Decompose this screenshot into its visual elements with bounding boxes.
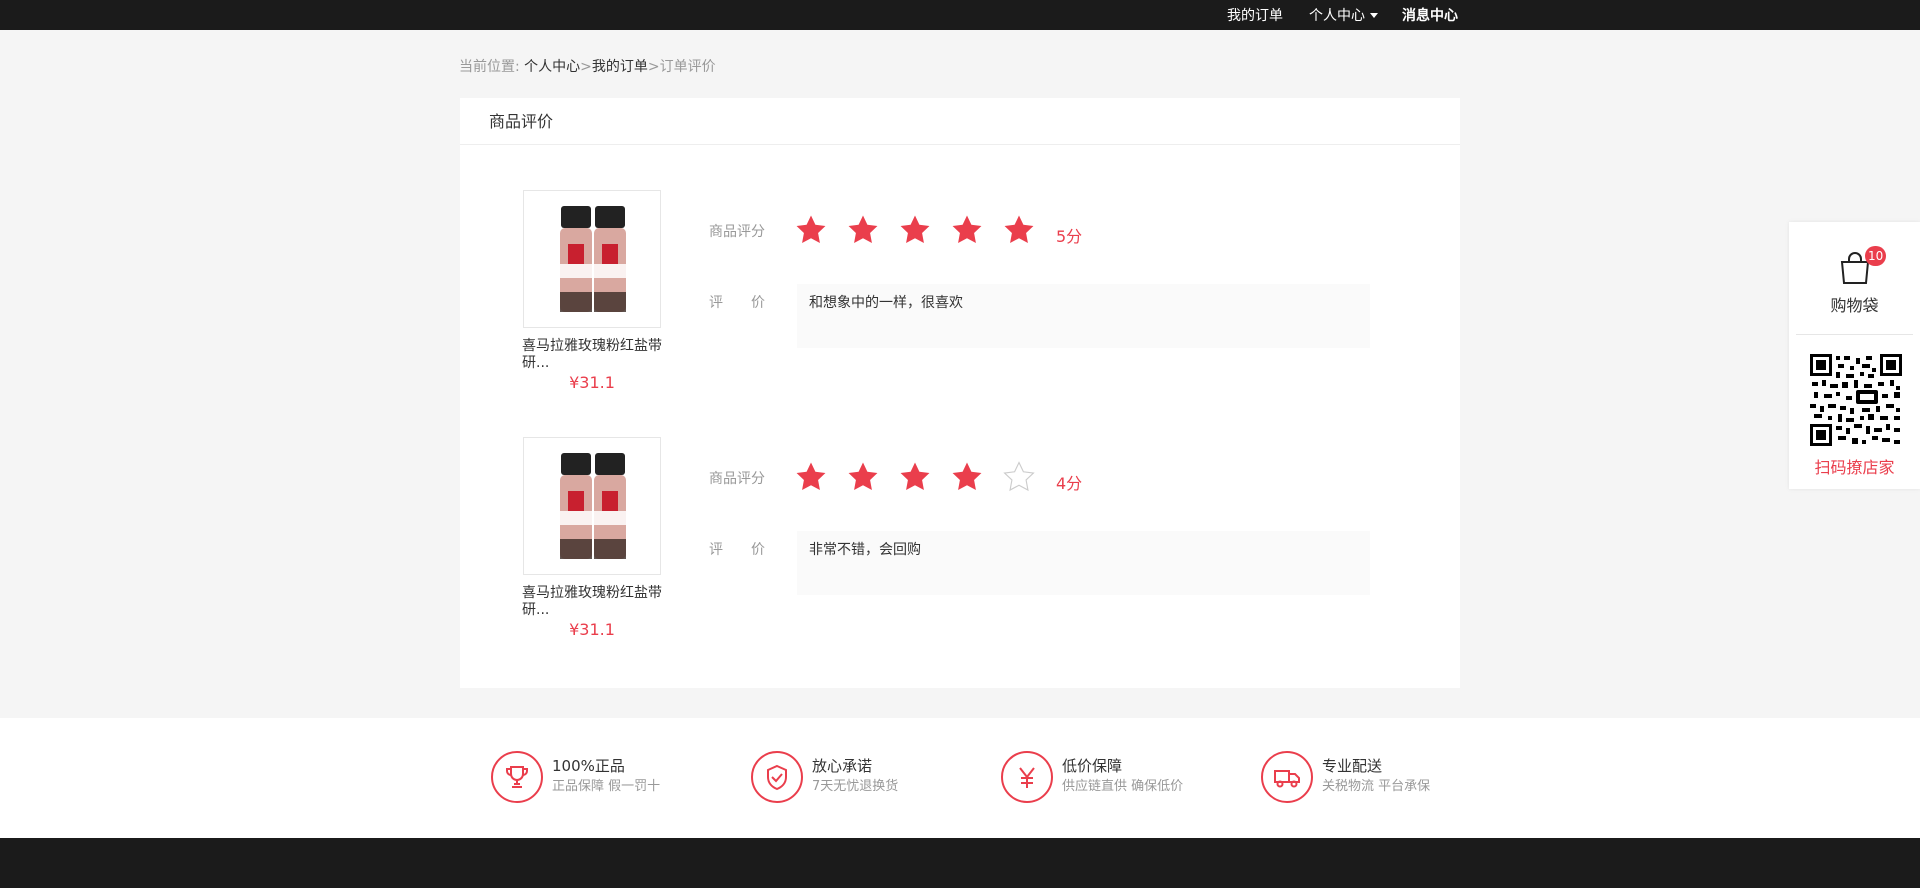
truck-icon	[1261, 751, 1313, 803]
star-filled-icon[interactable]	[898, 457, 950, 497]
product-name[interactable]: 喜马拉雅玫瑰粉红盐带研...	[522, 338, 667, 372]
feature-subtitle: 关税物流 平台承保	[1322, 779, 1431, 794]
nav-personal-center-label[interactable]: 个人中心	[1309, 5, 1365, 25]
salt-grinder-image	[560, 453, 626, 559]
nav-my-orders-label[interactable]: 我的订单	[1227, 5, 1283, 25]
trophy-icon	[491, 751, 543, 803]
product-price: ¥31.1	[569, 373, 615, 392]
star-filled-icon[interactable]	[950, 457, 1002, 497]
breadcrumb-prefix: 当前位置:	[459, 59, 520, 75]
service-features: 100%正品正品保障 假一罚十 放心承诺 7天无忧退换货 低价保障供应链直供 确保…	[0, 718, 1920, 838]
feature-subtitle: 供应链直供 确保低价	[1062, 779, 1184, 794]
star-filled-icon[interactable]	[794, 210, 846, 250]
top-bar: 我的订单 个人中心 消息中心	[0, 0, 1920, 30]
salt-grinder-image	[560, 206, 626, 312]
feature-item: 低价保障供应链直供 确保低价	[1001, 751, 1183, 803]
shopping-bag-button[interactable]: 10 购物袋	[1789, 244, 1920, 316]
cart-count-badge: 10	[1865, 246, 1887, 266]
comment-text: 非常不错，会回购	[797, 531, 1370, 595]
product-image[interactable]	[523, 437, 661, 575]
review-item: 喜马拉雅玫瑰粉红盐带研... ¥31.1 商品评分 4分 评 价 非常不错，会回…	[460, 437, 1460, 647]
breadcrumb-separator: >	[580, 59, 592, 75]
star-filled-icon[interactable]	[846, 457, 898, 497]
product-name[interactable]: 喜马拉雅玫瑰粉红盐带研...	[522, 585, 667, 619]
review-item: 喜马拉雅玫瑰粉红盐带研... ¥31.1 商品评分 5分 评 价 和想象中的一样…	[460, 190, 1460, 400]
breadcrumb-personal-center[interactable]: 个人中心	[524, 59, 580, 75]
breadcrumb-current: 订单评价	[659, 59, 716, 75]
caret-down-icon	[1370, 12, 1378, 18]
star-rating[interactable]	[794, 457, 1054, 497]
scan-qr-label: 扫码撩店家	[1814, 458, 1895, 477]
rating-label: 商品评分	[709, 471, 765, 487]
yen-icon	[1001, 751, 1053, 803]
breadcrumb-separator: >	[647, 59, 660, 75]
feature-title: 专业配送	[1322, 757, 1383, 775]
star-empty-icon[interactable]	[1002, 457, 1054, 497]
feature-title: 低价保障	[1062, 757, 1123, 775]
star-filled-icon[interactable]	[794, 457, 846, 497]
product-image[interactable]	[523, 190, 661, 328]
nav-message-center[interactable]: 消息中心	[1402, 0, 1458, 30]
rating-label: 商品评分	[709, 224, 765, 240]
divider	[1796, 334, 1913, 335]
score-text: 4分	[1056, 474, 1083, 493]
feature-subtitle: 7天无忧退换货	[812, 779, 899, 794]
breadcrumb: 当前位置: 个人中心>我的订单>订单评价	[459, 56, 716, 76]
review-card: 商品评价 喜马拉雅玫瑰粉红盐带研... ¥31.1 商品评分 5分 评 价 和想…	[460, 98, 1460, 688]
star-filled-icon[interactable]	[898, 210, 950, 250]
floating-sidebar: 10 购物袋 扫码撩店家	[1789, 222, 1920, 489]
feature-title: 100%正品	[552, 757, 625, 775]
star-rating[interactable]	[794, 210, 1054, 250]
card-title: 商品评价	[460, 98, 1460, 145]
score-text: 5分	[1056, 227, 1083, 246]
feature-subtitle: 正品保障 假一罚十	[552, 779, 661, 794]
feature-item: 放心承诺 7天无忧退换货	[751, 751, 898, 803]
comment-label: 评 价	[709, 295, 765, 311]
star-filled-icon[interactable]	[1002, 210, 1054, 250]
product-price: ¥31.1	[569, 620, 615, 639]
nav-personal-center[interactable]: 个人中心	[1309, 0, 1378, 30]
comment-text: 和想象中的一样，很喜欢	[797, 284, 1370, 348]
star-filled-icon[interactable]	[846, 210, 898, 250]
feature-title: 放心承诺	[812, 757, 873, 775]
shield-check-icon	[751, 751, 803, 803]
feature-item: 100%正品正品保障 假一罚十	[491, 751, 660, 803]
breadcrumb-my-orders[interactable]: 我的订单	[592, 59, 648, 75]
qr-code-icon	[1810, 354, 1902, 446]
nav-my-orders[interactable]: 我的订单	[1227, 0, 1283, 30]
feature-item: 专业配送关税物流 平台承保	[1261, 751, 1430, 803]
comment-label: 评 价	[709, 542, 765, 558]
footer	[0, 838, 1920, 888]
shopping-bag-label[interactable]: 购物袋	[1789, 292, 1920, 316]
nav-message-center-label[interactable]: 消息中心	[1402, 5, 1458, 25]
star-filled-icon[interactable]	[950, 210, 1002, 250]
